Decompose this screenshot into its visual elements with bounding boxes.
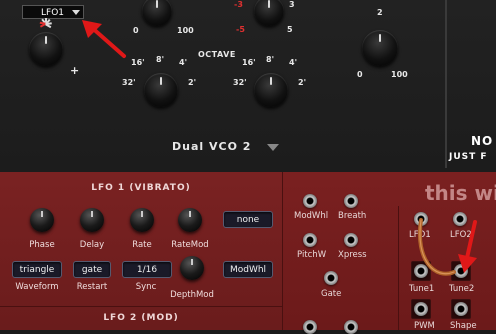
shape-input[interactable] xyxy=(451,299,471,319)
depthmod-knob[interactable] xyxy=(180,256,204,280)
rate-knob[interactable] xyxy=(130,208,154,232)
vco1-octave-knob[interactable] xyxy=(144,73,178,107)
xpress-label: Xpress xyxy=(338,250,367,260)
octave-label: OCTAVE xyxy=(198,50,236,59)
ratemod-knob[interactable] xyxy=(178,208,202,232)
module-menu-chevron-icon[interactable] xyxy=(267,144,279,151)
waveform-label: Waveform xyxy=(15,282,59,292)
depthmod-label: DepthMod xyxy=(170,290,214,300)
octave-a-2: 2' xyxy=(188,78,197,87)
octave-a-16: 16' xyxy=(131,58,145,67)
octave-a-32: 32' xyxy=(122,78,136,87)
mod-divider xyxy=(398,206,399,330)
ratemod-source-select[interactable]: none xyxy=(223,211,273,228)
breath-jack[interactable] xyxy=(344,194,358,208)
mod-section-title: this wi xyxy=(425,181,496,205)
pitchw-label: PitchW xyxy=(297,250,327,260)
octave-b-2: 2' xyxy=(298,78,307,87)
lfo1-title: LFO 1 (VIBRATO) xyxy=(91,183,191,193)
restart-select[interactable]: gate xyxy=(73,261,111,278)
red-arrow-annotation-icon xyxy=(82,20,126,58)
tune1-label: Tune1 xyxy=(409,284,435,294)
phase-knob[interactable] xyxy=(30,208,54,232)
sync-label: Sync xyxy=(135,282,157,292)
delay-label: Delay xyxy=(79,240,105,250)
bottom-jack-1[interactable] xyxy=(303,320,317,334)
modwhl-jack[interactable] xyxy=(303,194,317,208)
vco1-level-max: 100 xyxy=(177,26,194,35)
vco1-level-min: 0 xyxy=(133,26,139,35)
pitchw-jack[interactable] xyxy=(303,233,317,247)
vco2-level-knob[interactable] xyxy=(362,30,398,66)
modwhl-label: ModWhl xyxy=(294,211,329,221)
plus-label: + xyxy=(70,64,80,77)
octave-b-32: 32' xyxy=(233,78,247,87)
octave-b-16: 16' xyxy=(242,58,256,67)
restart-label: Restart xyxy=(76,282,108,292)
detune-plus3: 3 xyxy=(289,0,295,9)
octave-b-8: 8' xyxy=(266,55,275,64)
chevron-down-icon[interactable] xyxy=(72,10,80,15)
next-module-subtitle: JUST F xyxy=(449,152,488,162)
shape-jack[interactable] xyxy=(454,302,468,316)
sync-select[interactable]: 1/16 xyxy=(122,261,172,278)
octave-b-4: 4' xyxy=(289,58,298,67)
gate-jack[interactable] xyxy=(324,271,338,285)
octave-a-4: 4' xyxy=(179,58,188,67)
depthmod-source-select[interactable]: ModWhl xyxy=(223,261,273,278)
gate-label: Gate xyxy=(321,289,342,299)
detune-minus5: -5 xyxy=(236,25,245,34)
next-module-title: NO xyxy=(471,134,494,148)
bottom-jack-2[interactable] xyxy=(344,320,358,334)
module-title: Dual VCO 2 xyxy=(172,140,252,153)
rate-label: Rate xyxy=(132,240,152,250)
tune2-label: Tune2 xyxy=(449,284,475,294)
breath-label: Breath xyxy=(338,211,367,221)
pwm-input[interactable] xyxy=(411,299,431,319)
detune-minus3: -3 xyxy=(234,0,243,9)
vco2-level-max: 100 xyxy=(391,70,408,79)
vco2-octave-knob[interactable] xyxy=(254,73,288,107)
vco2-level-min: 0 xyxy=(357,70,363,79)
panel-divider xyxy=(445,0,447,168)
xpress-jack[interactable] xyxy=(344,233,358,247)
lfo1-source-label: LFO1 xyxy=(41,8,65,18)
delay-knob[interactable] xyxy=(80,208,104,232)
phase-label: Phase xyxy=(29,240,55,250)
knob-c-top-label: 2 xyxy=(377,8,383,17)
waveform-select[interactable]: triangle xyxy=(12,261,62,278)
red-arrow-annotation-icon xyxy=(458,220,477,273)
lfo2-title: LFO 2 (MOD) xyxy=(103,313,179,323)
section-divider xyxy=(0,306,282,307)
pwm-jack[interactable] xyxy=(414,302,428,316)
pm-amount-knob[interactable] xyxy=(29,32,63,66)
octave-a-8: 8' xyxy=(156,55,165,64)
detune-plus5: 5 xyxy=(287,25,293,34)
ratemod-label: RateMod xyxy=(171,240,209,250)
